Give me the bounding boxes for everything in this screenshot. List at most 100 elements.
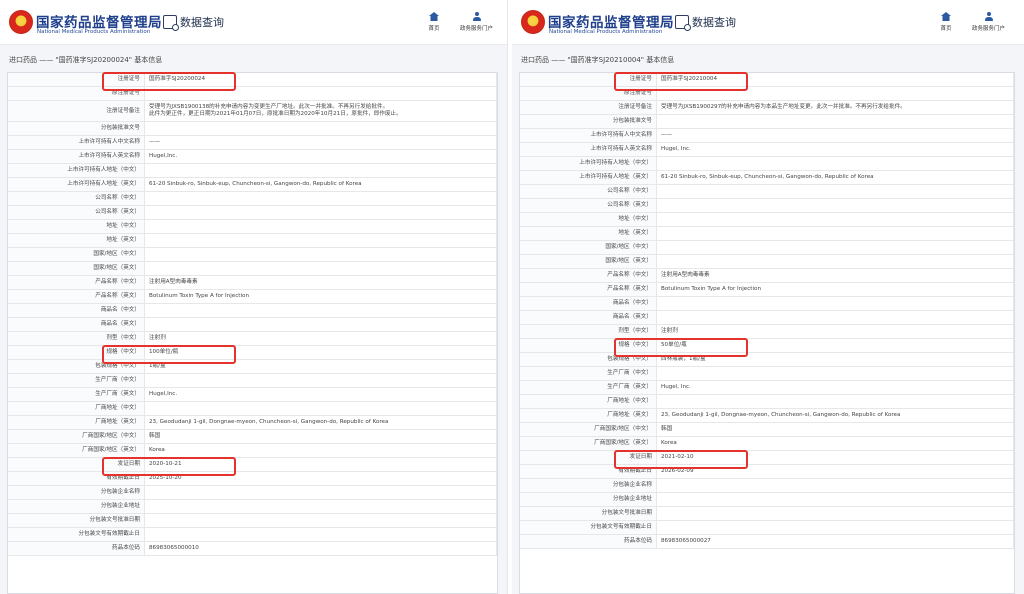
table-row: 分包装批准文号 xyxy=(8,121,497,136)
table-row: 上市许可持有人英文名称 Hugel,Inc. xyxy=(8,149,497,164)
field-value xyxy=(144,191,497,206)
field-value xyxy=(656,478,1014,493)
field-label: 剂型（中文） xyxy=(520,324,657,339)
field-value: 2026-02-09 xyxy=(656,464,1014,479)
table-row: 分包装企业地址 xyxy=(8,499,497,514)
table-row: 上市许可持有人地址（中文） xyxy=(8,163,497,178)
field-label: 分包装文号批准日期 xyxy=(520,506,657,521)
field-value xyxy=(656,198,1014,213)
field-value: 注射剂 xyxy=(656,324,1014,339)
field-label: 分包装批准文号 xyxy=(520,114,657,129)
user-icon xyxy=(472,12,482,21)
field-value: 1瓶/盒 xyxy=(144,359,497,374)
brand-name-cn[interactable]: 国家药品监督管理局 xyxy=(36,11,162,31)
field-value xyxy=(144,527,497,542)
field-label: 厂商地址（英文） xyxy=(8,415,145,430)
table-row: 地址（英文） xyxy=(8,233,497,248)
table-row: 公司名称（中文） xyxy=(520,184,1014,199)
data-query-link[interactable]: 数据查询 xyxy=(675,14,736,31)
field-value: Hugel, Inc. xyxy=(656,142,1014,157)
field-label: 生产厂商（英文） xyxy=(8,387,145,402)
field-value xyxy=(656,492,1014,507)
field-value: 2025-10-20 xyxy=(144,471,497,486)
field-label: 商品名（英文） xyxy=(520,310,657,325)
info-card: 注册证号 国药准字SJ20210004 原注册证号 注册证号备注 受理号为JXSB190… xyxy=(519,72,1015,594)
brand-name-en: National Medical Products Administration xyxy=(549,29,663,35)
table-row: 生产厂商（中文） xyxy=(520,366,1014,381)
table-row: 剂型（中文） 注射剂 xyxy=(520,324,1014,339)
field-label: 分包装文号有效期截止日 xyxy=(8,527,145,542)
right-panel: 国家药品监督管理局 National Medical Products Admi… xyxy=(512,0,1024,594)
table-row: 公司名称（英文） xyxy=(8,205,497,220)
field-value xyxy=(656,506,1014,521)
table-row: 原注册证号 xyxy=(8,86,497,101)
field-label: 分包装企业地址 xyxy=(8,499,145,514)
table-row: 产品名称（中文） 注射用A型肉毒毒素 xyxy=(520,268,1014,283)
field-label: 规格（中文） xyxy=(520,338,657,353)
field-value: 50单位/瓶 xyxy=(656,338,1014,353)
table-row: 原注册证号 xyxy=(520,86,1014,101)
table-row: 上市许可持有人地址（英文） 61-20 Sinbuk-ro, Sinbuk-eup… xyxy=(8,177,497,192)
table-row: 产品名称（英文） Botulinum Toxin Type A for Injec… xyxy=(8,289,497,304)
table-row: 药品本位码 86983065000027 xyxy=(520,534,1014,549)
gov-service-portal-link[interactable]: 政务服务门户 xyxy=(454,12,499,32)
field-label: 公司名称（中文） xyxy=(520,184,657,199)
field-label: 地址（英文） xyxy=(520,226,657,241)
field-value-line: 此件为更正件，更正日期为2021年01月07日，原批准日期为2020年10月21… xyxy=(149,111,402,117)
field-label: 上市许可持有人中文名称 xyxy=(520,128,657,143)
info-table: 注册证号 国药准字SJ20200024 原注册证号 注册证号备注 受理号为JXSB190… xyxy=(8,73,497,556)
field-value xyxy=(144,373,497,388)
field-value: 韩国 xyxy=(144,429,497,444)
field-label: 公司名称（英文） xyxy=(8,205,145,220)
left-panel: 国家药品监督管理局 National Medical Products Admi… xyxy=(0,0,508,594)
table-row: 有效期截止日 2025-10-20 xyxy=(8,471,497,486)
gov-service-portal-link[interactable]: 政务服务门户 xyxy=(966,12,1011,32)
home-link[interactable]: 首页 xyxy=(420,12,448,32)
table-row: 分包装企业名称 xyxy=(8,485,497,500)
table-row: 厂商地址（英文） 23, Geodudanji 1-gil, Dongnae-my… xyxy=(8,415,497,430)
user-icon xyxy=(984,12,994,21)
field-value: 23, Geodudanji 1-gil, Dongnae-myeon, Chu… xyxy=(656,408,1014,423)
field-label: 有效期截止日 xyxy=(520,464,657,479)
field-label: 分包装文号批准日期 xyxy=(8,513,145,528)
field-label: 药品本位码 xyxy=(8,541,145,556)
field-label: 商品名（中文） xyxy=(520,296,657,311)
table-row: 注册证号备注 受理号为JXSB1900297的补充申请内容为本品生产地址变更。此次… xyxy=(520,100,1014,115)
field-label: 厂商国家/地区（英文） xyxy=(520,436,657,451)
field-label: 包装规格（中文） xyxy=(8,359,145,374)
brand-name-cn[interactable]: 国家药品监督管理局 xyxy=(548,11,674,31)
field-value: 韩国 xyxy=(656,422,1014,437)
field-label: 公司名称（中文） xyxy=(8,191,145,206)
table-row: 公司名称（英文） xyxy=(520,198,1014,213)
breadcrumb: 进口药品 —— "国药准字SJ20210004" 基本信息 xyxy=(521,56,675,64)
field-value xyxy=(144,513,497,528)
data-query-link[interactable]: 数据查询 xyxy=(163,14,224,31)
table-row: 国家/地区（中文） xyxy=(520,240,1014,255)
field-value: —— xyxy=(144,135,497,150)
field-value xyxy=(144,219,497,234)
table-row: 地址（中文） xyxy=(8,219,497,234)
field-label: 分包装企业地址 xyxy=(520,492,657,507)
field-label: 发证日期 xyxy=(520,450,657,465)
field-label: 包装规格（中文） xyxy=(520,352,657,367)
table-row: 上市许可持有人中文名称 —— xyxy=(520,128,1014,143)
table-row: 厂商地址（英文） 23, Geodudanji 1-gil, Dongnae-my… xyxy=(520,408,1014,423)
table-row: 注册证号 国药准字SJ20200024 xyxy=(8,73,497,87)
field-label: 分包装企业名称 xyxy=(520,478,657,493)
field-value xyxy=(144,303,497,318)
comparison-view: 国家药品监督管理局 National Medical Products Admi… xyxy=(0,0,1024,594)
field-value xyxy=(144,401,497,416)
table-row: 发证日期 2021-02-10 xyxy=(520,450,1014,465)
field-value xyxy=(656,184,1014,199)
table-row: 分包装批准文号 xyxy=(520,114,1014,129)
field-value xyxy=(656,394,1014,409)
field-label: 生产厂商（英文） xyxy=(520,380,657,395)
field-value xyxy=(656,310,1014,325)
table-row: 国家/地区（英文） xyxy=(8,261,497,276)
home-link[interactable]: 首页 xyxy=(932,12,960,32)
field-value: 86983065000027 xyxy=(656,534,1014,549)
field-label: 分包装企业名称 xyxy=(8,485,145,500)
field-value: Botulinum Toxin Type A for Injection xyxy=(144,289,497,304)
field-label: 上市许可持有人英文名称 xyxy=(520,142,657,157)
field-label: 规格（中文） xyxy=(8,345,145,360)
